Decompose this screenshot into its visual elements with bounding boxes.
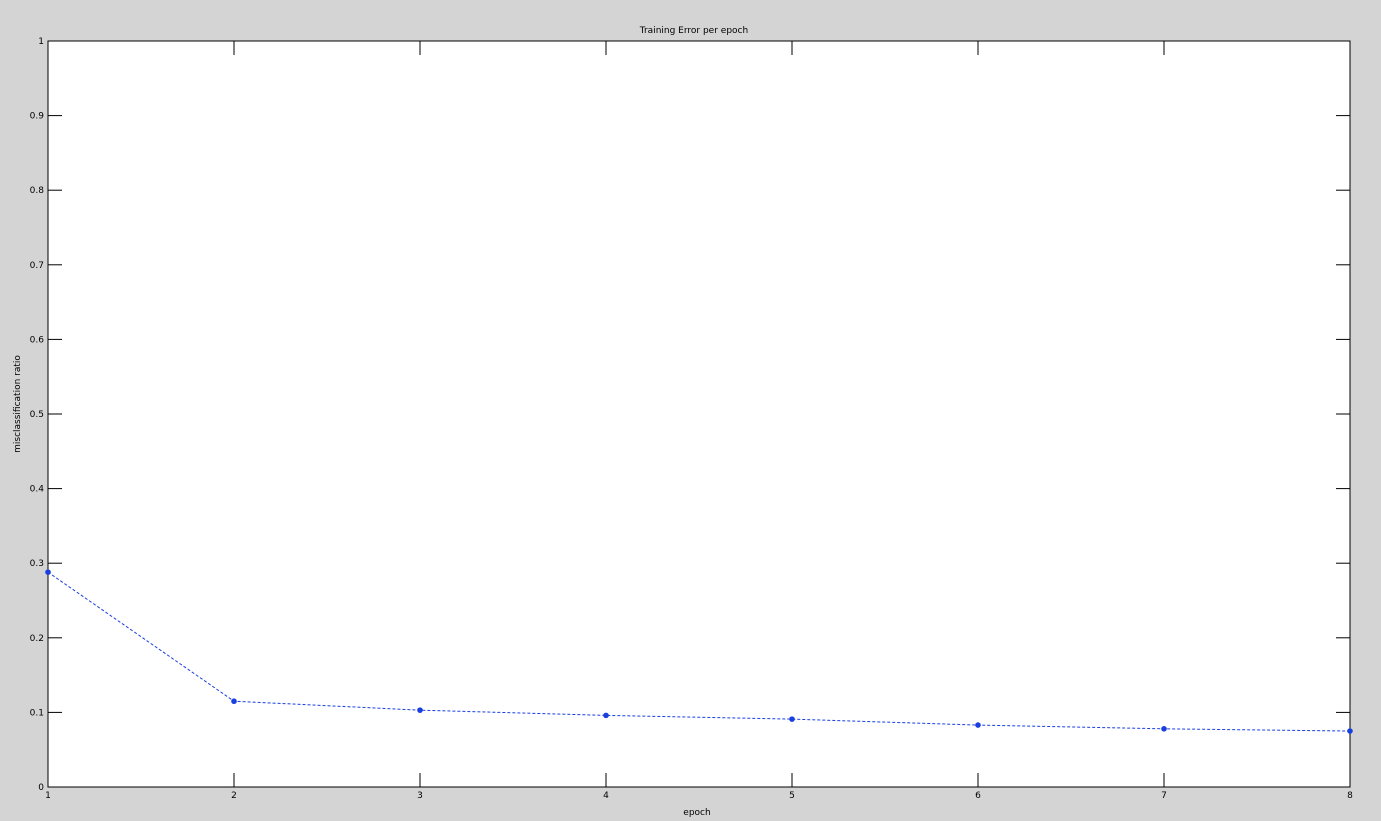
chart-title: Training Error per epoch (639, 26, 748, 36)
data-point (231, 698, 237, 705)
data-point (789, 716, 795, 722)
x-tick-label: 3 (417, 791, 423, 801)
data-point (1161, 726, 1167, 732)
y-tick-label: 0.2 (30, 634, 44, 644)
x-tick-label: 7 (1161, 791, 1167, 801)
figure-window: 1 2 3 4 5 6 7 8 0 0.1 0.2 0.3 0.4 0.5 0.6 0.7 0.8 0.9 1 Tr… (0, 0, 1381, 821)
line-chart: 1 2 3 4 5 6 7 8 0 0.1 0.2 0.3 0.4 0.5 0.6 0.7 0.8 0.9 1 Tr… (13, 26, 1353, 818)
y-tick-label: 0.6 (30, 335, 45, 345)
y-tick-label: 0.9 (30, 112, 45, 122)
x-tick-label: 1 (45, 791, 51, 801)
data-point (417, 707, 423, 713)
x-tick-label: 4 (603, 791, 609, 801)
y-tick-label: 0.1 (30, 708, 44, 718)
x-axis-label: epoch (683, 808, 710, 818)
y-tick-label: 0.8 (30, 186, 45, 196)
x-tick-label: 2 (231, 791, 237, 801)
data-point (975, 722, 981, 728)
x-tick-label: 8 (1347, 791, 1353, 801)
y-tick-label: 0.4 (30, 485, 45, 495)
data-point (45, 569, 51, 575)
plot-area (47, 40, 1351, 788)
y-tick-label: 0.3 (30, 559, 44, 569)
y-tick-label: 1 (38, 37, 44, 47)
x-tick-label: 5 (789, 791, 795, 801)
y-tick-label: 0.5 (30, 410, 44, 420)
data-point (603, 712, 609, 719)
y-axis-label: misclassification ratio (13, 355, 23, 453)
y-tick-label: 0 (38, 783, 44, 793)
data-point (1347, 728, 1353, 734)
x-tick-label: 6 (975, 791, 981, 801)
y-tick-label: 0.7 (30, 261, 44, 271)
